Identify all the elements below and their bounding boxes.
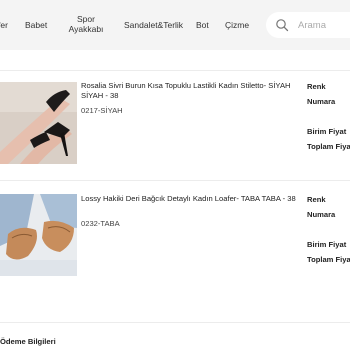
nav-item-babet[interactable]: Babet — [25, 20, 47, 30]
nav-item-spor-ayakkabi[interactable]: Spor Ayakkabı — [67, 14, 105, 34]
top-navigation: fer Babet Spor Ayakkabı Sandalet&Terlik … — [0, 0, 350, 50]
cart-item: Lossy Hakiki Deri Bağcık Detaylı Kadın L… — [0, 190, 350, 286]
product-title[interactable]: Rosalia Sivri Burun Kısa Topuklu Lastikl… — [81, 81, 301, 100]
color-label: Renk — [307, 82, 326, 91]
color-label: Renk — [307, 195, 326, 204]
product-code: 0232-TABA — [81, 219, 120, 228]
size-label: Numara — [307, 97, 336, 106]
divider — [0, 180, 350, 181]
nav-item-partial[interactable]: fer — [0, 20, 8, 30]
cart-item: Rosalia Sivri Burun Kısa Topuklu Lastikl… — [0, 78, 350, 174]
product-title[interactable]: Lossy Hakiki Deri Bağcık Detaylı Kadın L… — [81, 194, 301, 204]
search-icon[interactable] — [275, 18, 289, 32]
search-input[interactable] — [298, 16, 350, 34]
size-label: Numara — [307, 210, 336, 219]
nav-item-cizme[interactable]: Çizme — [225, 20, 249, 30]
total-price-label: Toplam Fiyat — [307, 255, 350, 264]
divider — [0, 322, 350, 323]
search-box[interactable] — [266, 12, 350, 38]
total-price-label: Toplam Fiyat — [307, 142, 350, 151]
product-image-stiletto[interactable] — [0, 82, 77, 164]
product-code: 0217-SİYAH — [81, 106, 123, 115]
nav-item-bot[interactable]: Bot — [196, 20, 209, 30]
product-image-loafer[interactable] — [0, 194, 77, 276]
unit-price-label: Birim Fiyat — [307, 127, 347, 136]
payment-info-heading: Ödeme Bilgileri — [0, 337, 56, 346]
divider — [0, 70, 350, 71]
unit-price-label: Birim Fiyat — [307, 240, 347, 249]
nav-item-sandalet-terlik[interactable]: Sandalet&Terlik — [124, 20, 183, 30]
